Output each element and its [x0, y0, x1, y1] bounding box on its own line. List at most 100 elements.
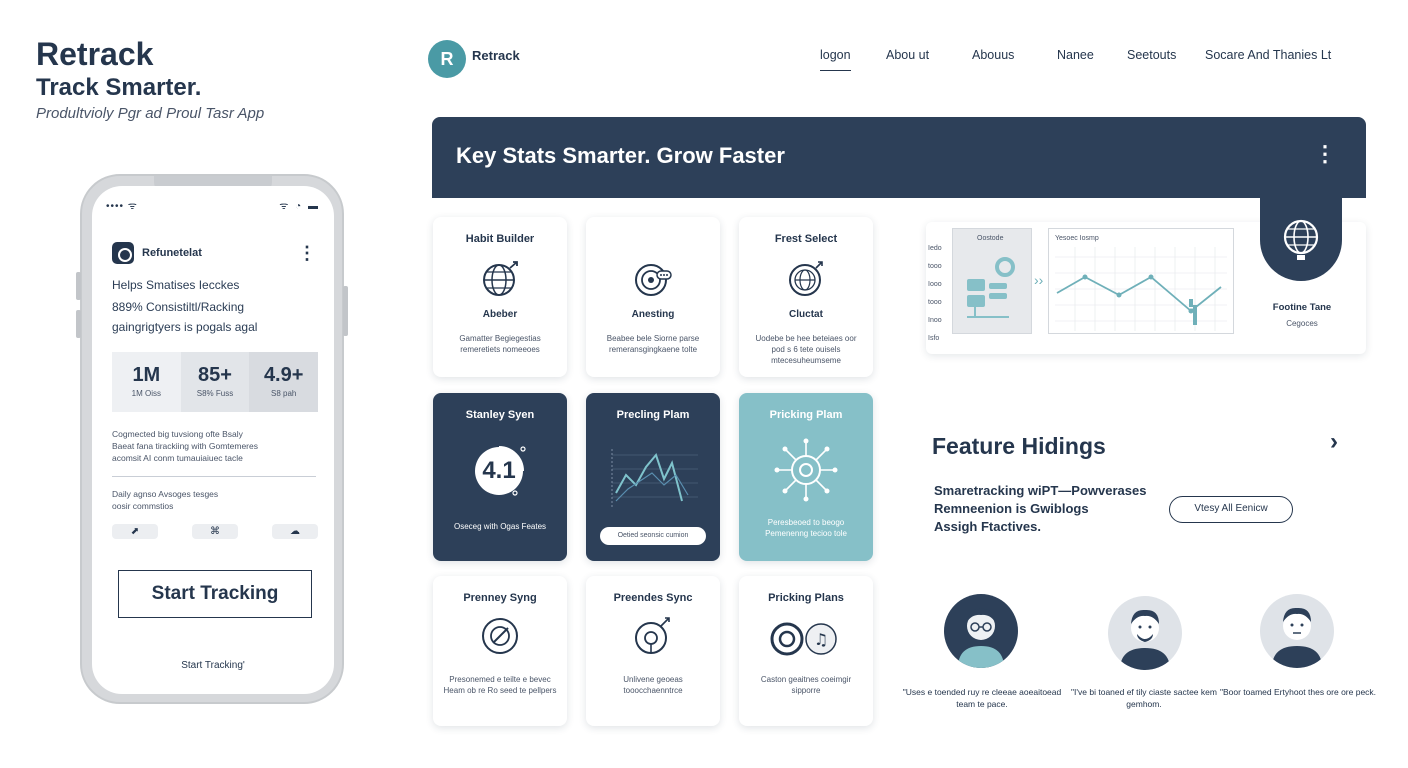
- card-habit-builder[interactable]: Habit Builder Abeber Gamatter Begiegesti…: [433, 217, 567, 377]
- nav-item-socare[interactable]: Socare And Thanies Lt: [1205, 48, 1331, 62]
- avatar: [1108, 596, 1182, 670]
- nav-item-logon[interactable]: logon: [820, 48, 851, 71]
- card-description: Oseceg with Ogas Feates: [453, 522, 547, 531]
- side-label: Inoo: [928, 317, 942, 324]
- chart-side-labels: Iedo tooo Iooo tooo Inoo Isfo: [928, 240, 942, 348]
- signal-icon: •••• ᯤ: [106, 201, 138, 212]
- card-title: Prenney Syng: [463, 592, 537, 604]
- network-icon: [774, 438, 838, 502]
- feature-line: Remneenion is Gwiblogs: [934, 501, 1089, 516]
- chart-panel: Iedo tooo Iooo tooo Inoo Isfo Oostode ››…: [926, 197, 1366, 354]
- stat-value: 1M: [132, 364, 161, 386]
- card-pill[interactable]: Oetied seonsic cumion: [600, 527, 706, 545]
- logo-text[interactable]: Retrack: [472, 48, 520, 63]
- phone-line: Helps Smatises Iecckes: [112, 278, 240, 292]
- feature-line: Smaretracking wiPT—Powverases: [934, 483, 1147, 498]
- line-chart-icon: [611, 449, 698, 507]
- cloud-icon[interactable]: ☁: [272, 524, 318, 539]
- nav-item-nanee[interactable]: Nanee: [1057, 48, 1094, 62]
- phone-footer-link[interactable]: Start Tracking': [92, 660, 334, 671]
- card-pricking-plam[interactable]: Pricking Plam Peresbeoed to beogo Pemene…: [739, 393, 873, 561]
- target-icon: [635, 264, 672, 296]
- view-all-button[interactable]: Vtesy All Eenicw: [1169, 496, 1293, 523]
- side-label: tooo: [928, 299, 942, 306]
- globe-icon: [483, 261, 518, 296]
- card-description: Caston geaitnes coeimgir sipporre: [760, 675, 852, 695]
- stats-banner: Key Stats Smarter. Grow Faster ⋮: [432, 117, 1366, 198]
- phone-line: 889% Consistiltl/Racking: [112, 300, 245, 314]
- side-label: tooo: [928, 263, 942, 270]
- phone-icon-row: ⬈ ⌘ ☁: [112, 524, 318, 540]
- card-title: Frest Select: [774, 233, 838, 245]
- card-description: Beabee bele Siorne parse remeransgingkae…: [606, 334, 700, 354]
- card-description: Unlivene geoeas tooocchaenntrce: [623, 675, 683, 695]
- side-label: Iedo: [928, 245, 942, 252]
- card-title: Habit Builder: [465, 233, 535, 245]
- feature-line: Assigh Ftactives.: [934, 519, 1041, 534]
- stat-value: 4.9+: [263, 364, 304, 386]
- globe-icon: [1283, 219, 1319, 260]
- more-options-icon[interactable]: ⋮: [1314, 143, 1336, 165]
- card-pricking-plans[interactable]: Pricking Plans ♫ Caston geaitnes coeimgi…: [739, 576, 873, 726]
- pin-icon[interactable]: ⬈: [112, 524, 158, 539]
- stat-label: 1M Oiss: [131, 389, 161, 398]
- phone-desc2-line: Daily agnso Avsoges tesges: [112, 489, 219, 499]
- chevrons-icon: ››: [1034, 272, 1044, 288]
- card-stanley-syen[interactable]: Stanley Syen 4.1 Oseceg with Ogas Feates: [433, 393, 567, 561]
- chart-illustration: Oostode: [952, 228, 1032, 334]
- chart-box-label: Oostode: [977, 235, 1004, 242]
- command-icon[interactable]: ⌘: [192, 524, 238, 539]
- stat-label: S8% Fuss: [196, 389, 234, 398]
- chart-box-label: Yesoec Iosmp: [1055, 235, 1099, 242]
- phone-line: gaingrigtyers is pogals agal: [112, 320, 258, 334]
- line-chart-box: Yesoec Iosmp: [1048, 228, 1234, 334]
- badge-title: Footine Tane: [1272, 302, 1332, 313]
- card-subtitle: Cluctat: [789, 309, 823, 320]
- testimonial-quote: "Boor toamed Ertyhoot thes ore ore peck.: [1219, 687, 1377, 697]
- sync-icon: [635, 617, 670, 654]
- card-title: Precling Plam: [616, 409, 690, 421]
- stat-label: S8 pah: [271, 389, 297, 398]
- status-bar: •••• ᯤ ᯤ ◔ ▬: [106, 198, 320, 212]
- card-description: Gamatter Begiegestias remeretiets nomeeo…: [459, 334, 541, 354]
- brand-title: Retrack: [36, 36, 154, 72]
- user-avatar-icon: [958, 608, 1004, 668]
- compass-icon: [482, 618, 518, 654]
- brand-tagline: Produltvioly Pgr ad Proul Tasr App: [36, 105, 265, 122]
- card-subtitle: Anesting: [631, 309, 675, 320]
- feature-title: Feature Hidings: [932, 433, 1106, 459]
- app-header: Refunetelat ⋮: [112, 242, 316, 264]
- banner-title: Key Stats Smarter. Grow Faster: [456, 143, 785, 168]
- testimonial-quote: "I've bi toaned ef tily ciaste sactee ke…: [1071, 687, 1217, 709]
- logo-icon[interactable]: R: [428, 40, 466, 78]
- card-precling-plam[interactable]: Precling Plam Oetied seonsic cumion: [586, 393, 720, 561]
- stat-rate: 85+ S8% Fuss: [180, 352, 250, 412]
- card-description: Peresbeoed to beogo Pemenenng tecioo tol…: [765, 518, 847, 538]
- app-logo-icon: [112, 242, 134, 264]
- brand-subtitle: Track Smarter.: [36, 74, 202, 101]
- stat-rating: 4.9+ S8 pah: [249, 352, 319, 412]
- stat-users: 1M 1M Oiss: [112, 352, 181, 412]
- badge-subtitle: Cegoces: [1286, 319, 1318, 328]
- globe-arrow-icon: [789, 261, 823, 296]
- phone-desc2-line: oosir commstios: [112, 501, 174, 511]
- nav-item-about[interactable]: Abou ut: [886, 48, 929, 62]
- card-prenney-syng[interactable]: Prenney Syng Presonemed e teilte e bevec…: [433, 576, 567, 726]
- start-tracking-button[interactable]: Start Tracking: [118, 570, 312, 618]
- server-gear-icon: [967, 257, 1015, 318]
- card-title: Pricking Plans: [768, 592, 844, 604]
- card-anesting[interactable]: Anesting Beabee bele Siorne parse remera…: [586, 217, 720, 377]
- phone-desc-line: Baeat fana tirackiing with Gomtemeres: [112, 441, 258, 451]
- phone-side-button: [76, 272, 81, 300]
- chevron-right-icon[interactable]: ›: [1330, 428, 1338, 456]
- card-description: Uodebe be hee beteiaes oor pod s 6 tete …: [755, 334, 857, 365]
- card-preendes-sync[interactable]: Preendes Sync Unlivene geoeas tooocchaen…: [586, 576, 720, 726]
- nav-item-seetouts[interactable]: Seetouts: [1127, 48, 1176, 62]
- card-subtitle: Abeber: [482, 309, 518, 320]
- nav-item-abouus[interactable]: Abouus: [972, 48, 1014, 62]
- card-title: Preendes Sync: [613, 592, 693, 604]
- card-frest-select[interactable]: Frest Select Cluctat Uodebe be hee betei…: [739, 217, 873, 377]
- app-menu-icon[interactable]: ⋮: [298, 242, 316, 264]
- score-value: 4.1: [482, 457, 516, 484]
- trend-line-chart: [1055, 247, 1227, 331]
